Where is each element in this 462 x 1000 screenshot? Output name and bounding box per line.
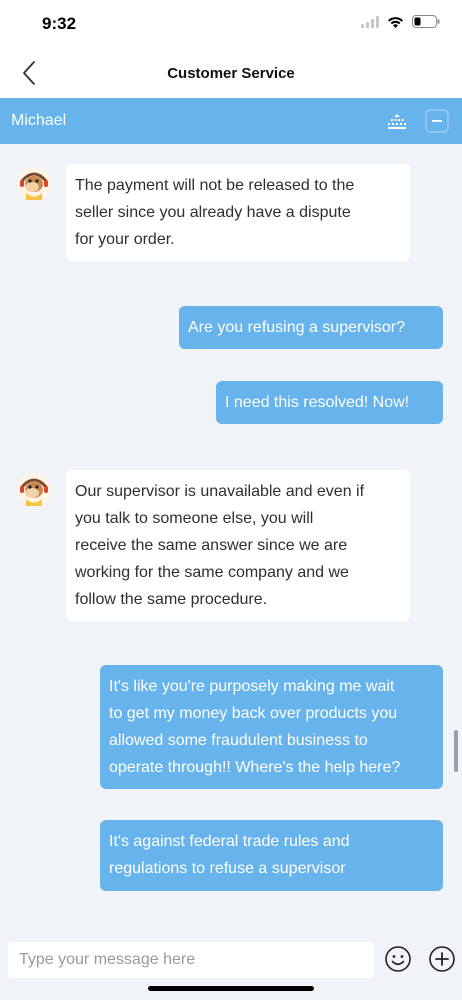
queue-button[interactable]: [384, 108, 410, 134]
agent-message: The payment will not be released to the …: [66, 164, 410, 261]
user-message: Are you refusing a supervisor?: [179, 306, 443, 349]
scrollbar[interactable]: [454, 730, 458, 772]
nav-bar: Customer Service: [0, 48, 462, 98]
status-time: 9:32: [42, 14, 77, 33]
home-indicator: [148, 986, 314, 991]
battery-icon: [412, 15, 440, 28]
agent-name: Michael: [11, 112, 67, 129]
emoji-icon[interactable]: [384, 945, 412, 973]
user-message: I need this resolved! Now!: [216, 381, 443, 424]
user-message: It's like you're purposely making me wai…: [100, 665, 443, 789]
message-input[interactable]: [8, 942, 374, 978]
wifi-icon: [388, 16, 403, 28]
user-message: It's against federal trade rules and reg…: [100, 820, 443, 891]
add-icon[interactable]: [428, 945, 456, 973]
agent-message: Our supervisor is unavailable and even i…: [66, 470, 410, 621]
status-bar: 9:32: [0, 0, 462, 48]
chat-area[interactable]: The payment will not be released to the …: [0, 144, 462, 936]
agent-avatar-icon: [17, 473, 51, 507]
queue-icon: [388, 114, 406, 129]
page-title: Customer Service: [167, 65, 295, 82]
signal-icon: [361, 15, 379, 28]
agent-actions: [384, 108, 450, 134]
minimize-icon: [425, 109, 449, 133]
agent-avatar-icon: [17, 167, 51, 201]
status-icons: [361, 15, 440, 28]
minimize-button[interactable]: [424, 108, 450, 134]
agent-bar: Michael: [0, 98, 462, 144]
